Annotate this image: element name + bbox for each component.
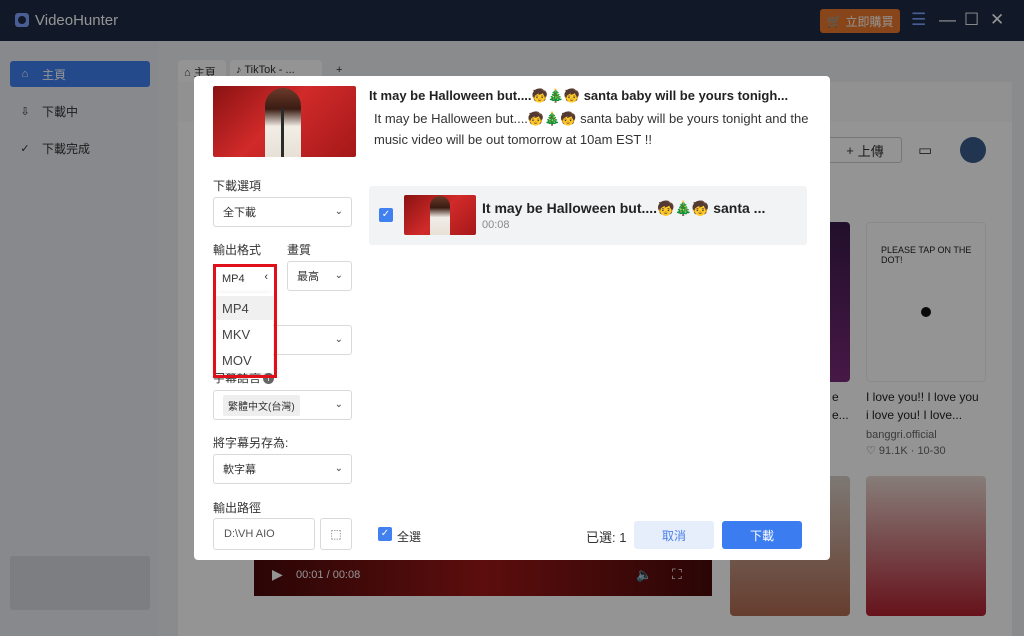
output-path-label: 輸出路徑 xyxy=(213,501,262,515)
download-dialog: It may be Halloween but....🧒🎄🧒 santa bab… xyxy=(194,76,830,560)
download-button[interactable]: 下載 xyxy=(722,521,802,549)
download-options-value: 全下載 xyxy=(223,207,256,219)
save-subtitle-select[interactable]: 軟字幕 ⌄ xyxy=(213,454,352,484)
subtitle-lang-select[interactable]: 繁體中文(台灣) ⌄ xyxy=(213,390,352,420)
list-item[interactable]: ✓ It may be Halloween but....🧒🎄🧒 santa .… xyxy=(369,186,807,245)
thumbnail-person xyxy=(430,196,450,235)
video-description: It may be Halloween but....🧒🎄🧒 santa bab… xyxy=(374,111,809,147)
save-subtitle-label: 將字幕另存為: xyxy=(213,436,289,450)
quality-select[interactable]: 最高 ⌄ xyxy=(287,261,352,291)
video-thumbnail xyxy=(213,86,356,157)
select-all-checkbox[interactable]: ✓ xyxy=(378,527,392,541)
chevron-down-icon: ⌄ xyxy=(334,206,343,217)
folder-cursor-icon: ⬚ xyxy=(330,527,342,541)
video-title: It may be Halloween but....🧒🎄🧒 santa bab… xyxy=(369,88,789,103)
item-title: It may be Halloween but....🧒🎄🧒 santa ... xyxy=(482,200,766,216)
output-path-input[interactable]: D:\VH AIO xyxy=(213,518,315,550)
quality-label: 畫質 xyxy=(287,243,312,257)
select-all-label[interactable]: 全選 xyxy=(397,528,421,545)
selected-count: 已選: 1 xyxy=(586,530,627,545)
chevron-down-icon: ⌄ xyxy=(334,399,343,410)
download-options-label: 下載選項 xyxy=(213,179,262,193)
browse-folder-button[interactable]: ⬚ xyxy=(320,518,352,550)
item-duration: 00:08 xyxy=(482,219,510,231)
output-format-label: 輸出格式 xyxy=(213,243,262,257)
highlight-box xyxy=(213,264,277,378)
item-checkbox[interactable]: ✓ xyxy=(379,208,393,222)
chevron-down-icon: ⌄ xyxy=(334,463,343,474)
thumbnail-mic xyxy=(281,108,284,157)
item-thumbnail xyxy=(404,195,476,235)
download-options-select[interactable]: 全下載 ⌄ xyxy=(213,197,352,227)
save-subtitle-value: 軟字幕 xyxy=(223,464,256,476)
cancel-button[interactable]: 取消 xyxy=(634,521,714,549)
quality-value: 最高 xyxy=(297,271,319,283)
chevron-down-icon: ⌄ xyxy=(334,334,343,345)
chevron-down-icon: ⌄ xyxy=(334,270,343,281)
subtitle-lang-chip: 繁體中文(台灣) xyxy=(223,394,300,416)
